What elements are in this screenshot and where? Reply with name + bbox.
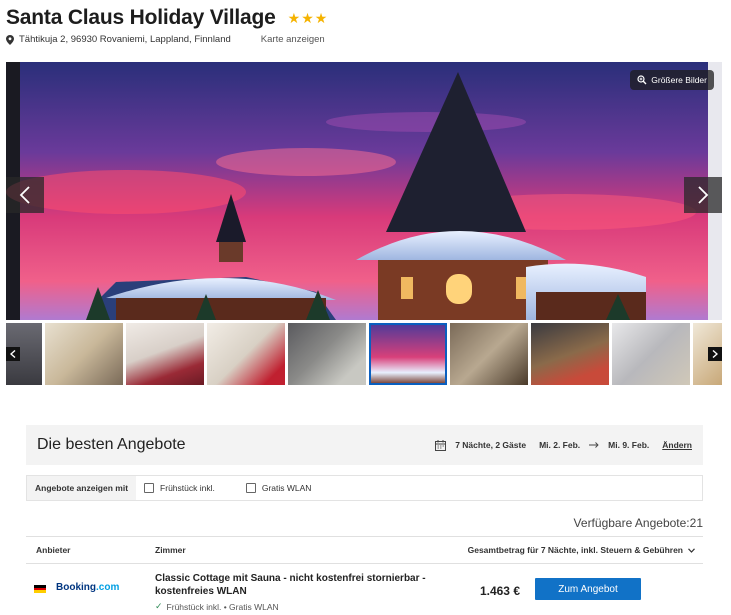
thumbnail[interactable] bbox=[450, 323, 528, 385]
column-total-label: Gesamtbetrag für 7 Nächte, inkl. Steuern… bbox=[467, 545, 683, 555]
thumbnail[interactable] bbox=[45, 323, 123, 385]
location-pin-icon bbox=[6, 34, 14, 45]
thumbnail[interactable] bbox=[288, 323, 366, 385]
gallery-prev-button[interactable] bbox=[6, 177, 44, 213]
offers-section: Die besten Angebote 7 Nächte, 2 Gäste Mi… bbox=[26, 425, 703, 615]
provider-logo: Booking.com bbox=[56, 582, 155, 593]
thumbnail[interactable] bbox=[612, 323, 690, 385]
checkmark-icon: ✓ bbox=[155, 601, 163, 611]
thumbnail[interactable] bbox=[531, 323, 609, 385]
filter-breakfast-label: Frühstück inkl. bbox=[160, 483, 215, 493]
room-name: Classic Cottage mit Sauna - nicht kosten… bbox=[155, 573, 426, 597]
room-features-text: Frühstück inkl. • Gratis WLAN bbox=[166, 601, 279, 612]
bigger-images-label: Größere Bilder bbox=[651, 75, 707, 85]
bigger-images-button[interactable]: Größere Bilder bbox=[630, 70, 714, 90]
gallery-next-button[interactable] bbox=[684, 177, 722, 213]
thumbnail-strip bbox=[6, 323, 722, 385]
hero-photo bbox=[6, 62, 722, 320]
offers-title: Die besten Angebote bbox=[37, 436, 186, 453]
chevron-right-icon bbox=[712, 350, 718, 358]
thumbnail[interactable] bbox=[126, 323, 204, 385]
wifi-checkbox[interactable] bbox=[245, 483, 256, 493]
thumbnails-next-button[interactable] bbox=[708, 347, 722, 361]
offer-price: 1.463 € bbox=[479, 584, 520, 598]
stay-nights-guests: 7 Nächte, 2 Gäste bbox=[455, 440, 527, 450]
breakfast-checkbox[interactable] bbox=[144, 483, 155, 493]
stay-summary: 7 Nächte, 2 Gäste Mi. 2. Feb. Mi. 9. Feb… bbox=[435, 439, 692, 451]
hotel-header: Santa Claus Holiday Village ★★★ Tähtikuj… bbox=[6, 6, 726, 45]
chevron-right-icon bbox=[698, 186, 709, 204]
thumbnail[interactable] bbox=[369, 323, 447, 385]
thumbnail[interactable] bbox=[207, 323, 285, 385]
offer-row: Booking.com Classic Cottage mit Sauna - … bbox=[26, 564, 703, 615]
germany-flag-icon bbox=[34, 585, 46, 594]
star-rating: ★★★ bbox=[287, 9, 329, 26]
offers-header: Die besten Angebote 7 Nächte, 2 Gäste Mi… bbox=[26, 425, 703, 465]
show-map-link[interactable]: Karte anzeigen bbox=[261, 34, 325, 45]
arrow-right-icon bbox=[589, 442, 599, 448]
chevron-left-icon bbox=[10, 350, 16, 358]
chevron-left-icon bbox=[19, 186, 30, 204]
provider-name: Booking bbox=[56, 582, 96, 593]
view-offer-button[interactable]: Zum Angebot bbox=[535, 578, 641, 600]
checkout-date: Mi. 9. Feb. bbox=[608, 440, 650, 450]
provider-suffix: .com bbox=[96, 582, 120, 593]
room-features: ✓ Frühstück inkl. • Gratis WLAN bbox=[155, 601, 445, 612]
filter-breakfast[interactable]: Frühstück inkl. bbox=[144, 483, 215, 493]
column-provider: Anbieter bbox=[36, 545, 71, 555]
photo-gallery[interactable]: Größere Bilder bbox=[6, 62, 722, 320]
offers-table-header: Anbieter Zimmer Gesamtbetrag für 7 Nächt… bbox=[26, 536, 703, 564]
column-room: Zimmer bbox=[155, 545, 186, 555]
chevron-down-icon bbox=[688, 547, 695, 553]
zoom-icon bbox=[637, 75, 647, 85]
filter-label: Angebote anzeigen mit bbox=[27, 476, 137, 500]
filter-wifi[interactable]: Gratis WLAN bbox=[245, 483, 312, 493]
checkin-date: Mi. 2. Feb. bbox=[539, 440, 581, 450]
available-offers-count: Verfügbare Angebote:21 bbox=[573, 516, 703, 530]
offer-filters: Angebote anzeigen mit Frühstück inkl. Gr… bbox=[26, 475, 703, 501]
thumbnails-prev-button[interactable] bbox=[6, 347, 20, 361]
filter-wifi-label: Gratis WLAN bbox=[261, 483, 312, 493]
hotel-address: Tähtikuja 2, 96930 Rovaniemi, Lappland, … bbox=[19, 34, 231, 45]
column-total-sort[interactable]: Gesamtbetrag für 7 Nächte, inkl. Steuern… bbox=[468, 545, 703, 555]
hotel-name: Santa Claus Holiday Village bbox=[6, 6, 276, 29]
change-dates-link[interactable]: Ändern bbox=[662, 440, 692, 450]
room-info: Classic Cottage mit Sauna - nicht kosten… bbox=[155, 572, 445, 612]
calendar-icon bbox=[435, 439, 447, 451]
